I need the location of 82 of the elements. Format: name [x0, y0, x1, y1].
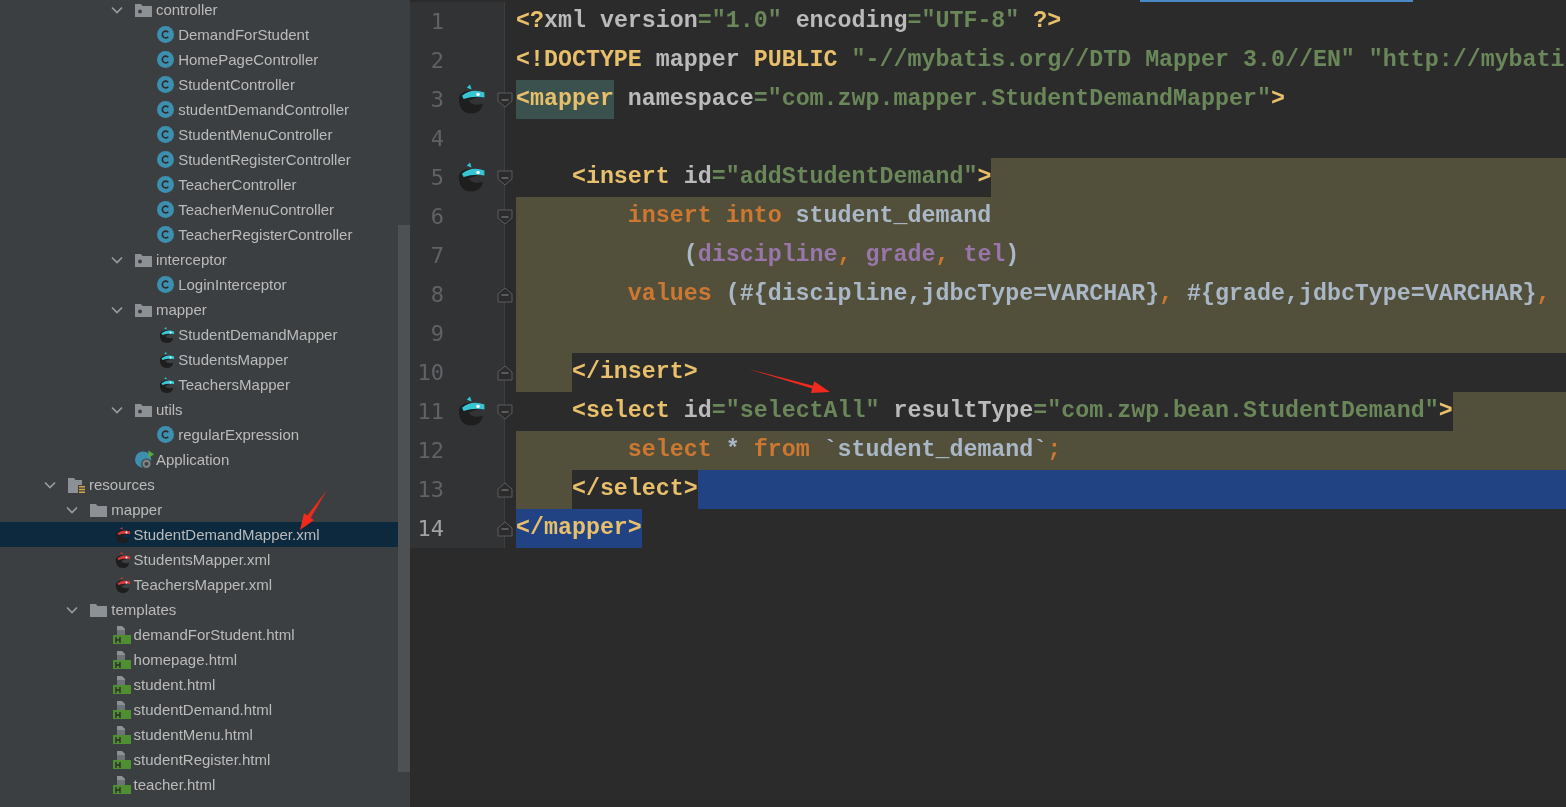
tree-item[interactable]: StudentController: [0, 72, 398, 97]
tree-item[interactable]: StudentDemandMapper.xml: [0, 522, 398, 547]
code-line: </mapper>: [516, 508, 1566, 548]
mybatis-bird-icon: [157, 325, 176, 344]
code-line: </select>: [516, 469, 1566, 509]
fold-marker-icon[interactable]: [497, 286, 513, 303]
class-icon: [157, 426, 175, 443]
tree-item[interactable]: StudentDemandMapper: [0, 322, 398, 347]
fold-marker-icon[interactable]: [497, 169, 513, 186]
class-icon: [157, 101, 175, 118]
tree-item[interactable]: student.html: [0, 672, 398, 697]
code-line: <?xml version="1.0" encoding="UTF-8" ?>: [516, 6, 1063, 36]
html-file-icon: [112, 775, 131, 794]
tree-item[interactable]: TeacherController: [0, 172, 398, 197]
class-icon: [157, 51, 175, 68]
code-line: <!DOCTYPE mapper PUBLIC "-//mybatis.org//DTD Mapper 3.0//EN" "http://mybati: [516, 45, 1566, 75]
package-folder-icon: [134, 402, 152, 417]
class-icon: [157, 226, 175, 243]
tree-item[interactable]: StudentsMapper.xml: [0, 547, 398, 572]
tree-item[interactable]: TeacherRegisterController: [0, 222, 398, 247]
html-file-icon: [112, 650, 131, 669]
tree-item[interactable]: TeachersMapper: [0, 372, 398, 397]
package-folder-icon: [134, 302, 152, 317]
fold-marker-icon[interactable]: [497, 520, 513, 537]
code-line: </insert>: [516, 352, 1566, 392]
class-icon: [157, 176, 175, 193]
fold-marker-icon[interactable]: [497, 364, 513, 381]
tree-item[interactable]: regularExpression: [0, 422, 398, 447]
html-file-icon: [112, 725, 131, 744]
mybatis-bird-icon: [157, 350, 176, 369]
class-icon: [157, 26, 175, 43]
class-icon: [157, 201, 175, 218]
annotation-arrow: [300, 490, 327, 530]
tree-item[interactable]: demandForStudent.html: [0, 622, 398, 647]
folder-icon: [90, 502, 108, 517]
fold-marker-icon[interactable]: [497, 403, 513, 420]
class-icon: [157, 126, 175, 143]
fold-marker-icon[interactable]: [497, 208, 513, 225]
tree-item[interactable]: resources: [0, 472, 398, 497]
tree-item[interactable]: StudentsMapper: [0, 347, 398, 372]
folder-icon: [90, 602, 108, 617]
class-icon: [157, 276, 175, 293]
code-line: select * from `student_demand`;: [516, 430, 1566, 470]
tree-item[interactable]: controller: [0, 0, 398, 22]
tree-item[interactable]: studentMenu.html: [0, 722, 398, 747]
tree-item[interactable]: HomePageController: [0, 47, 398, 72]
tree-item[interactable]: templates: [0, 597, 398, 622]
line-number: 14: [416, 515, 444, 541]
tree-item[interactable]: homepage.html: [0, 647, 398, 672]
tree-item[interactable]: interceptor: [0, 247, 398, 272]
code-line: <mapper namespace="com.zwp.mapper.StudentDemandMapper">: [516, 79, 1566, 119]
scrollbar-thumb[interactable]: [398, 225, 410, 772]
code-line: (discipline, grade, tel): [516, 235, 1566, 275]
tree-item[interactable]: utils: [0, 397, 398, 422]
tree-item[interactable]: TeacherMenuController: [0, 197, 398, 222]
fold-marker-icon[interactable]: [497, 481, 513, 498]
tree-item[interactable]: Application: [0, 447, 398, 472]
tree-item[interactable]: StudentMenuController: [0, 122, 398, 147]
class-icon: [157, 76, 175, 93]
package-folder-icon: [134, 252, 152, 267]
tree-item[interactable]: mapper: [0, 497, 398, 522]
html-file-icon: [112, 700, 131, 719]
tree-item[interactable]: TeachersMapper.xml: [0, 572, 398, 597]
tree-item[interactable]: teacher.html: [0, 772, 398, 797]
html-file-icon: [112, 675, 131, 694]
tree-item[interactable]: studentDemandController: [0, 97, 398, 122]
tree-item[interactable]: studentDemand.html: [0, 697, 398, 722]
html-file-icon: [112, 625, 131, 644]
code-line: values (#{discipline,jdbcType=VARCHAR}, #{grade,jdbcType=VARCHAR},: [516, 274, 1566, 314]
tree-item[interactable]: DemandForStudent: [0, 22, 398, 47]
code-line: insert into student_demand: [516, 196, 1566, 236]
html-file-icon: [112, 750, 131, 769]
class-icon: [157, 151, 175, 168]
resources-folder-icon: [68, 476, 85, 493]
code-line: <select id="selectAll" resultType="com.zwp.bean.StudentDemand">: [516, 391, 1566, 431]
mybatis-bird-icon: [157, 375, 176, 394]
tree-item[interactable]: studentRegister.html: [0, 747, 398, 772]
tree-item[interactable]: LoginInterceptor: [0, 272, 398, 297]
tree-item[interactable]: StudentRegisterController: [0, 147, 398, 172]
fold-marker-icon[interactable]: [497, 91, 513, 108]
tree-item[interactable]: mapper: [0, 297, 398, 322]
application-icon: [134, 449, 156, 470]
